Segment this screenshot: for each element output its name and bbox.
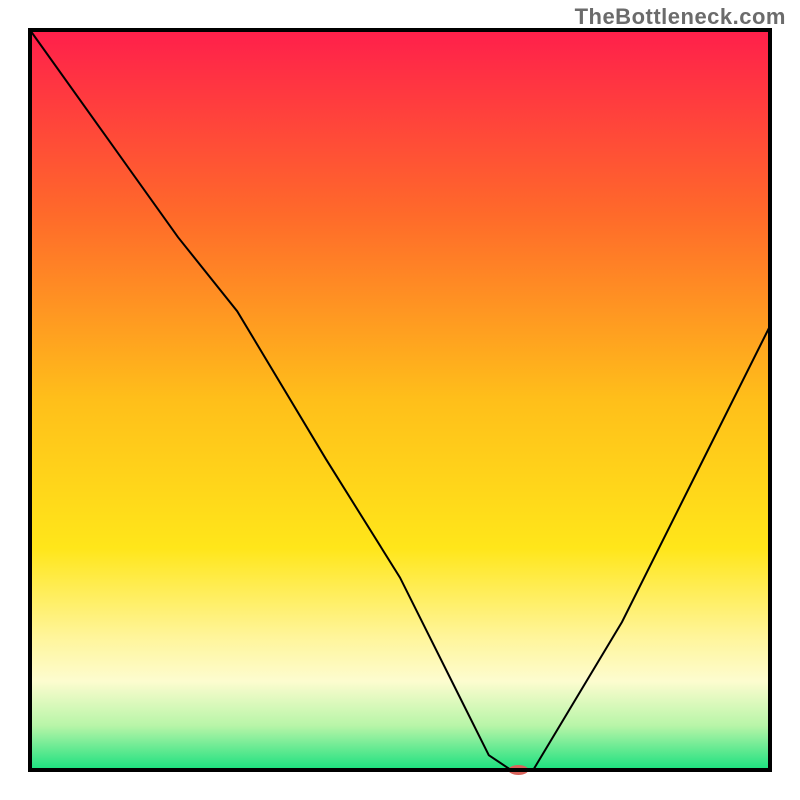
watermark-text: TheBottleneck.com: [575, 4, 786, 30]
chart-container: TheBottleneck.com: [0, 0, 800, 800]
plot-area: [30, 30, 770, 775]
gradient-background: [30, 30, 770, 770]
bottleneck-chart: [0, 0, 800, 800]
